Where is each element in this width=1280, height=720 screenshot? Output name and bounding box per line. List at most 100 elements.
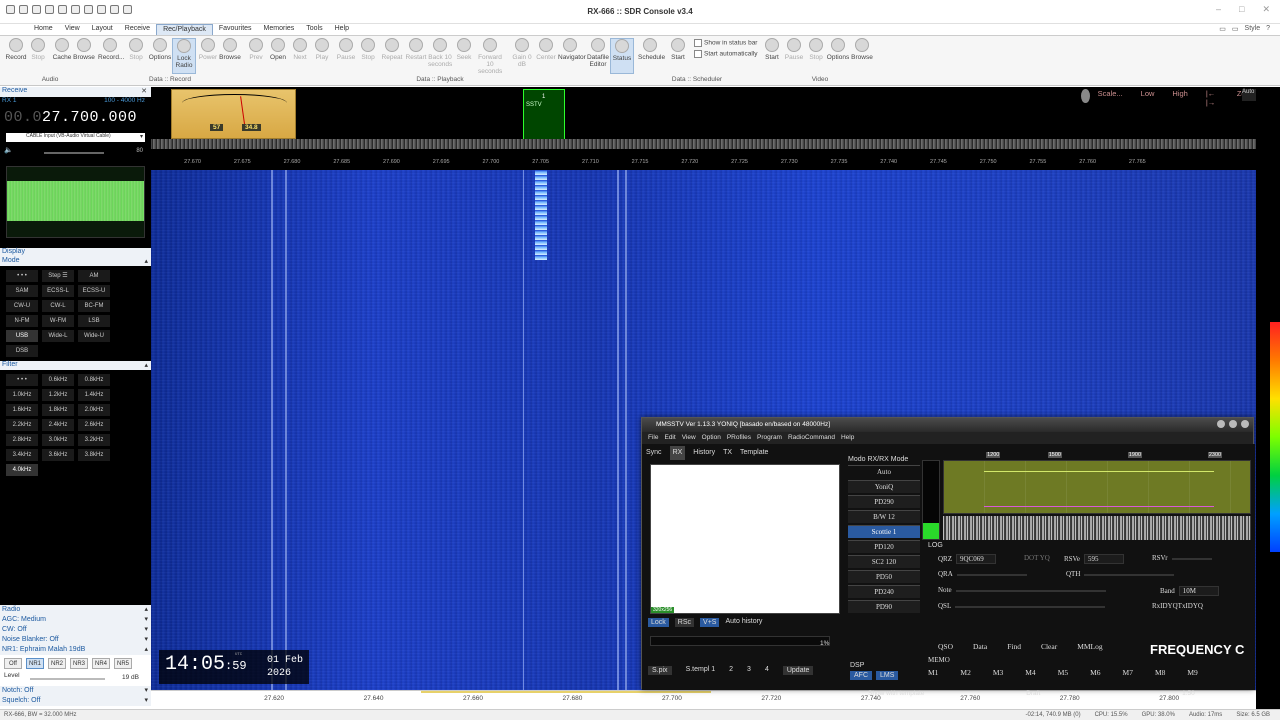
agc-setting[interactable]: AGC: Medium ▾ xyxy=(0,615,151,625)
lms-button[interactable]: LMS xyxy=(876,671,899,680)
tab-rx[interactable]: RX xyxy=(669,446,686,460)
scale-control-3[interactable]: |← |→ xyxy=(1206,89,1219,107)
rx-mode-button[interactable]: PD290 xyxy=(848,495,920,508)
ribbon-button-start[interactable]: Start xyxy=(666,38,690,74)
memo-button[interactable]: M8 xyxy=(1155,668,1165,677)
close-icon[interactable] xyxy=(1241,420,1249,428)
ribbon-button-stop[interactable]: Stop xyxy=(124,38,148,74)
ribbon-button-gain-0-db[interactable]: Gain 0 dB xyxy=(510,38,534,74)
layout-icon[interactable]: ▭ xyxy=(1219,25,1226,33)
log-button-qso[interactable]: QSO xyxy=(938,642,953,651)
rx-mode-button[interactable]: Scottie 1 xyxy=(848,525,920,538)
memo-button[interactable]: M9 xyxy=(1187,668,1197,677)
rx-mode-button[interactable]: PD120 xyxy=(848,540,920,553)
display-section-header[interactable]: Display xyxy=(0,248,151,257)
start-automatically-checkbox[interactable]: Start automatically xyxy=(694,50,757,58)
ribbon-button-datafile-editor[interactable]: Datafile Editor xyxy=(586,38,610,74)
auto-button[interactable]: Auto xyxy=(1242,89,1256,101)
audio-source-dropdown[interactable]: CABLE Input (VB-Audio Virtual Cable) xyxy=(6,133,145,142)
nr-button[interactable]: NR2 xyxy=(48,658,66,669)
ribbon-button-forward-10-seconds[interactable]: Forward 10 seconds xyxy=(478,38,502,75)
template-button[interactable]: 3 xyxy=(747,666,751,675)
ribbon-button-center[interactable]: Center xyxy=(534,38,558,74)
log-button-clear[interactable]: Clear xyxy=(1041,642,1057,651)
template-button[interactable]: 2 xyxy=(729,666,733,675)
rx-mode-button[interactable]: PD240 xyxy=(848,585,920,598)
rx-label[interactable]: RX 1 xyxy=(2,97,16,107)
maximize-icon[interactable] xyxy=(1229,420,1237,428)
filter-button[interactable]: 1.0kHz xyxy=(6,389,38,401)
rx-mode-button[interactable]: PD50 xyxy=(848,570,920,583)
frequency-display[interactable]: 00.027.700.000 xyxy=(0,107,151,129)
help-icon[interactable]: ? xyxy=(1266,25,1270,33)
menu-tab-layout[interactable]: Layout xyxy=(86,24,119,35)
rsc-button[interactable]: RSc xyxy=(674,618,695,627)
ribbon-button-play[interactable]: Play xyxy=(310,38,334,74)
rsv-field[interactable]: RSVe 595 xyxy=(1064,554,1124,564)
tab-template[interactable]: Template xyxy=(740,446,768,460)
menu-tab-tools[interactable]: Tools xyxy=(300,24,328,35)
mmsstv-menu-help[interactable]: Help xyxy=(841,432,854,444)
tab-history[interactable]: History xyxy=(693,446,715,460)
expand-icon[interactable]: ▾ xyxy=(144,625,148,635)
ribbon-button-stop[interactable]: Stop xyxy=(26,38,50,74)
minimize-icon[interactable] xyxy=(1217,420,1225,428)
filter-button[interactable]: 0.8kHz xyxy=(78,374,110,386)
filter-button[interactable]: 2.0kHz xyxy=(78,404,110,416)
level-slider[interactable] xyxy=(30,678,105,680)
ribbon-button-cache[interactable]: Cache xyxy=(50,38,74,74)
menu-tab-rec-playback[interactable]: Rec/Playback xyxy=(156,24,213,35)
show-template-checkbox[interactable]: Show with template xyxy=(868,690,924,697)
nr1-setting[interactable]: NR1: Ephraim Malah 19dB ▴ xyxy=(0,645,151,655)
memo-button[interactable]: M1 xyxy=(928,668,938,677)
ribbon-button-power[interactable]: Power xyxy=(196,38,220,74)
memo-button[interactable]: M5 xyxy=(1058,668,1068,677)
ribbon-button-seek[interactable]: Seek xyxy=(452,38,476,74)
filter-button[interactable]: 1.4kHz xyxy=(78,389,110,401)
rsvr-field[interactable]: RSVr xyxy=(1152,554,1212,562)
speaker-icon[interactable]: 🔈 xyxy=(4,147,13,154)
expand-icon[interactable]: ▾ xyxy=(144,686,148,696)
menu-tab-receive[interactable]: Receive xyxy=(119,24,156,35)
mode-section-header[interactable]: Mode ▴ xyxy=(0,257,151,266)
mode-button[interactable]: CW-L xyxy=(42,300,74,312)
mode-button[interactable]: DSB xyxy=(6,345,38,357)
filter-button[interactable]: 3.4kHz xyxy=(6,449,38,461)
vs-button[interactable]: V+S xyxy=(700,618,720,627)
menu-tab-favourites[interactable]: Favourites xyxy=(213,24,258,35)
ribbon-button-repeat[interactable]: Repeat xyxy=(380,38,404,74)
filter-button[interactable]: 3.0kHz xyxy=(42,434,74,446)
filter-button[interactable]: • • • xyxy=(6,374,38,386)
nr-button[interactable]: Off xyxy=(4,658,22,669)
filter-button[interactable]: 0.6kHz xyxy=(42,374,74,386)
ribbon-button-restart[interactable]: Restart xyxy=(404,38,428,74)
mode-button[interactable]: LSB xyxy=(78,315,110,327)
mode-button[interactable]: N-FM xyxy=(6,315,38,327)
close-icon[interactable]: ✕ xyxy=(1262,4,1270,15)
auto-history-checkbox[interactable]: Auto history xyxy=(725,618,762,627)
mode-button[interactable]: Step ☰ xyxy=(42,270,74,282)
squelch-setting[interactable]: Squelch: Off ▾ xyxy=(0,696,151,706)
ribbon-button-status[interactable]: Status xyxy=(610,38,634,74)
filter-button[interactable]: 2.8kHz xyxy=(6,434,38,446)
band-field[interactable]: Band 10M xyxy=(1160,586,1219,596)
mode-button[interactable]: BC-FM xyxy=(78,300,110,312)
mode-button[interactable]: SAM xyxy=(6,285,38,297)
ribbon-button-options[interactable]: Options xyxy=(148,38,172,74)
notch-setting[interactable]: Notch: Off ▾ xyxy=(0,686,151,696)
draft-checkbox[interactable]: Draft xyxy=(1026,690,1040,697)
mode-button[interactable]: Wide-U xyxy=(78,330,110,342)
ribbon-button-pause[interactable]: Pause xyxy=(334,38,358,74)
ribbon-button-back-10-seconds[interactable]: Back 10 seconds xyxy=(428,38,452,74)
ribbon-button-browse[interactable]: Browse xyxy=(218,38,242,74)
nr-button[interactable]: NR3 xyxy=(70,658,88,669)
note-field[interactable]: Note xyxy=(938,586,1106,594)
template-button[interactable]: S.pix xyxy=(648,666,672,675)
memo-button[interactable]: M6 xyxy=(1090,668,1100,677)
filter-button[interactable]: 1.6kHz xyxy=(6,404,38,416)
qsl-field[interactable]: QSL xyxy=(938,602,1106,610)
scale-control-1[interactable]: Low xyxy=(1141,89,1155,107)
spectrum-display[interactable]: 57 34.8 1 SSTV Scale...LowHigh|← |→Zoom … xyxy=(151,87,1256,170)
menu-tab-home[interactable]: Home xyxy=(28,24,59,35)
rx-mode-button[interactable]: PD90 xyxy=(848,600,920,613)
